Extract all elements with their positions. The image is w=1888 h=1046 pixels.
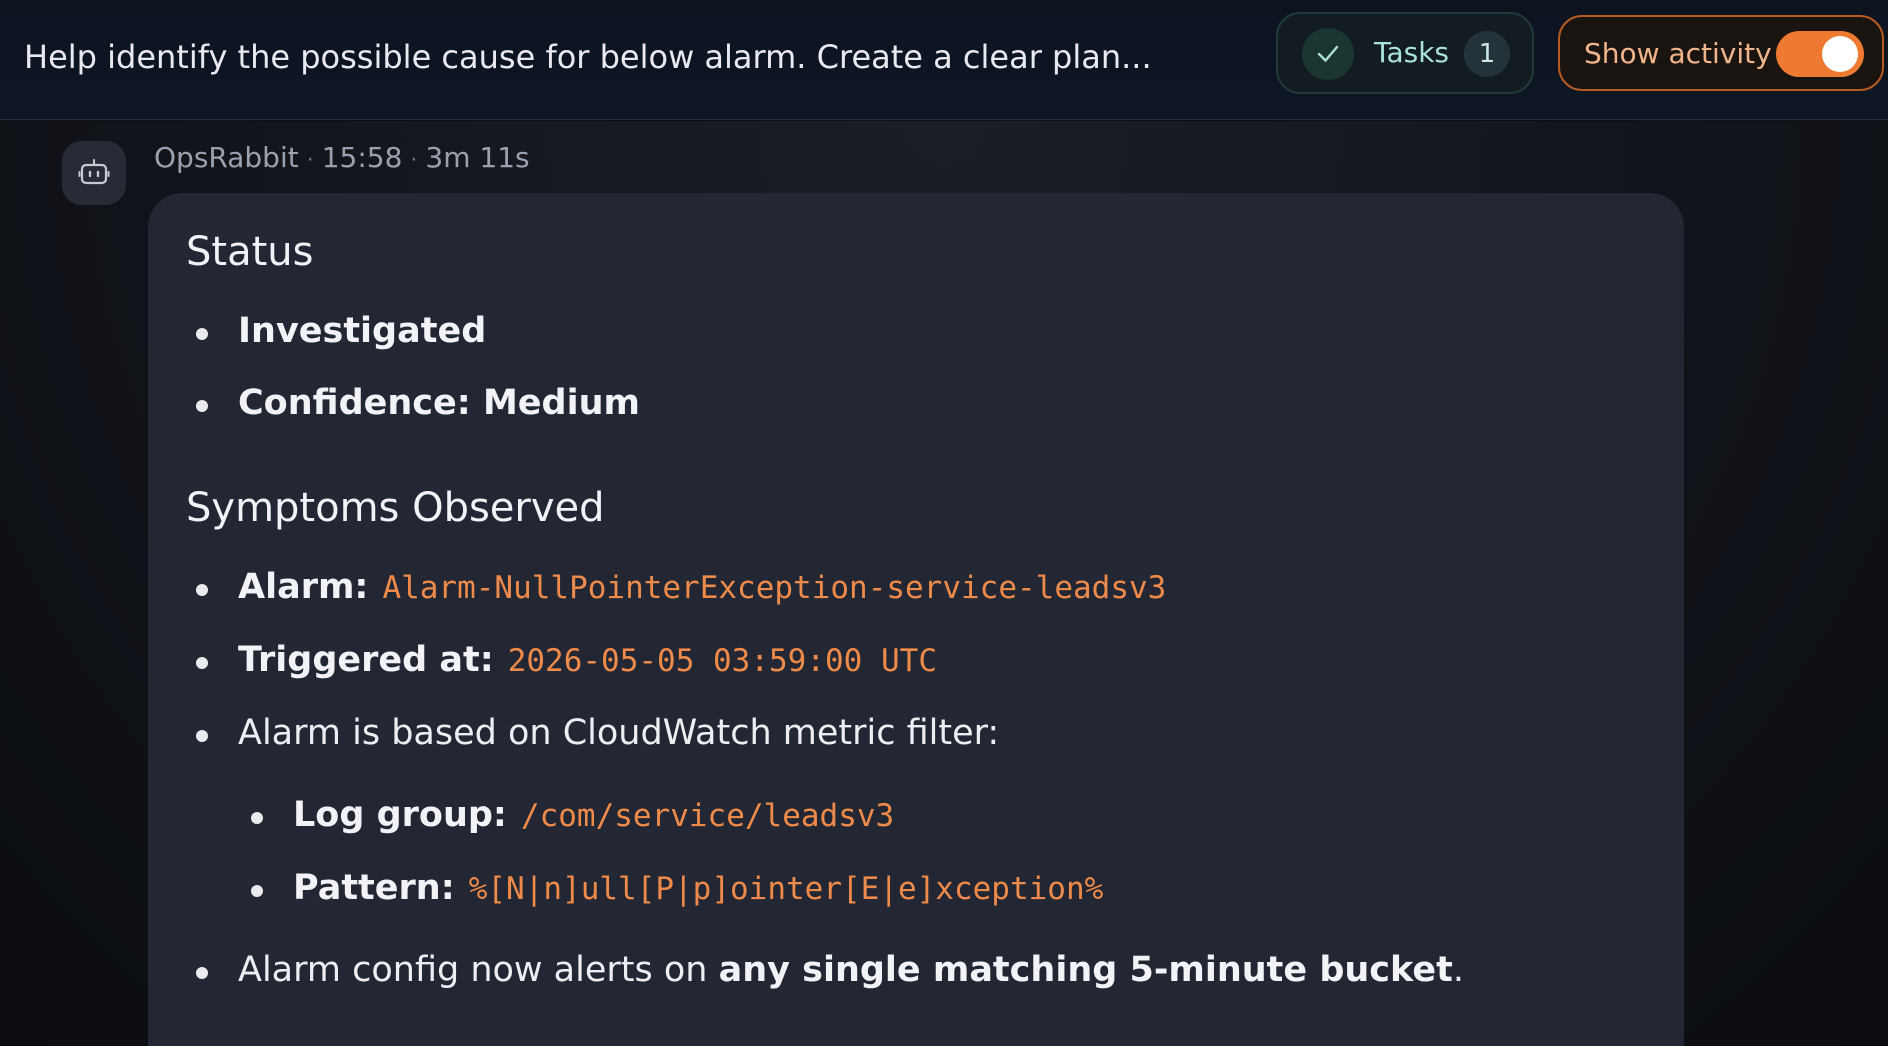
message-time: 15:58 [321,141,403,174]
config-text-bold: any single matching 5-minute bucket [718,950,1453,990]
list-item: Alarm config now alerts on any single ma… [196,950,1464,990]
toggle-knob [1822,36,1858,72]
section-heading-status: Status [186,229,314,275]
confidence-value: Confidence: Medium [238,383,640,423]
nested-list-item: Log group: /com/service/leadsv3 [251,795,895,835]
config-text-prefix: Alarm config now alerts on [238,950,719,990]
separator-dot: · [306,148,314,173]
list-item: Confidence: Medium [196,383,640,423]
bullet [196,730,208,742]
bullet [196,967,208,979]
list-item: Triggered at: 2026-05-05 03:59:00 UTC [196,640,937,680]
message-meta: OpsRabbit · 15:58 · 3m 11s [154,141,530,174]
tasks-button[interactable]: Tasks 1 [1276,12,1534,94]
list-item: Alarm is based on CloudWatch metric filt… [196,713,1000,753]
list-item: Investigated [196,311,487,351]
bullet [196,657,208,669]
triggered-at-code: 2026-05-05 03:59:00 UTC [507,643,937,679]
tasks-label: Tasks [1374,36,1450,69]
show-activity-toggle[interactable] [1776,31,1864,77]
log-group-code: /com/service/leadsv3 [520,798,895,834]
message-duration: 3m 11s [425,141,530,174]
bullet [251,812,263,824]
pattern-code: %[N|n]ull[P|p]ointer[E|e]xception% [468,871,1104,907]
conversation-area: OpsRabbit · 15:58 · 3m 11s Status Investigat… [0,121,1888,1046]
log-group-label: Log group: [293,795,507,835]
show-activity-label: Show activity [1584,37,1772,70]
status-value: Investigated [238,311,487,351]
tasks-count-badge: 1 [1464,31,1510,77]
alarm-name-code: Alarm-NullPointerException-service-leads… [382,570,1167,606]
bullet [196,584,208,596]
config-text-suffix: . [1452,950,1464,990]
metric-filter-text: Alarm is based on CloudWatch metric filt… [238,713,1000,753]
bullet [251,885,263,897]
bullet [196,400,208,412]
robot-icon [62,141,126,205]
nested-list-item: Pattern: %[N|n]ull[P|p]ointer[E|e]xceptio… [251,868,1104,908]
message-card: Status Investigated Confidence: Medium S… [148,193,1684,1046]
pattern-label: Pattern: [293,868,455,908]
task-title: Help identify the possible cause for bel… [24,38,1152,76]
check-icon [1302,28,1354,80]
list-item: Alarm: Alarm-NullPointerException-service… [196,567,1167,607]
top-bar: Help identify the possible cause for bel… [0,0,1888,120]
separator-dot: · [410,148,418,173]
triggered-label: Triggered at: [238,640,494,680]
bullet [196,328,208,340]
section-heading-symptoms: Symptoms Observed [186,485,605,531]
alarm-label: Alarm: [238,567,369,607]
show-activity-control[interactable]: Show activity [1558,15,1884,91]
message-author: OpsRabbit [154,141,299,174]
